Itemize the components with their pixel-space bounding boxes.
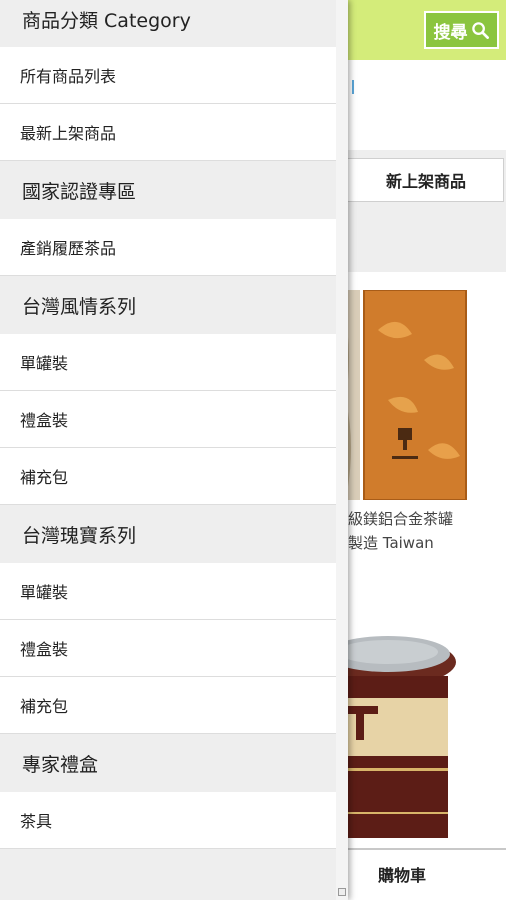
search-button[interactable]: 搜尋 bbox=[424, 11, 499, 49]
menu-item-new-arrivals[interactable]: 最新上架商品 bbox=[0, 104, 336, 161]
menu-item-label: 補充包 bbox=[20, 468, 69, 487]
menu-item-gift-box[interactable]: 禮盒裝 bbox=[0, 391, 336, 448]
menu-item-label: 禮盒裝 bbox=[20, 640, 69, 659]
tab-new-items[interactable]: 新上架商品 bbox=[338, 158, 504, 202]
section-header-expert-gift: 專家禮盒 bbox=[0, 734, 336, 792]
section-header-certified: 國家認證專區 bbox=[0, 161, 336, 219]
menu-item-label: 禮盒裝 bbox=[20, 411, 69, 430]
menu-item-single-can[interactable]: 單罐裝 bbox=[0, 334, 336, 391]
search-button-label: 搜尋 bbox=[433, 22, 468, 43]
section-title: 台灣瑰寶系列 bbox=[22, 524, 137, 547]
section-title: 國家認證專區 bbox=[22, 180, 137, 203]
product-image-tea-canister[interactable] bbox=[338, 632, 458, 838]
menu-item-traceable-tea[interactable]: 產銷履歷茶品 bbox=[0, 219, 336, 276]
category-drawer: 商品分類 Category 所有商品列表 最新上架商品 國家認證專區 產銷履歷茶… bbox=[0, 0, 348, 900]
section-header-taiwan-treasure: 台灣瑰寶系列 bbox=[0, 505, 336, 563]
menu-item-gift-box[interactable]: 禮盒裝 bbox=[0, 620, 336, 677]
menu-item-refill-pack[interactable]: 補充包 bbox=[0, 448, 336, 505]
menu-item-refill-pack[interactable]: 補充包 bbox=[0, 677, 336, 734]
drawer-bottom-spacer bbox=[0, 849, 336, 900]
menu-item-tea-ware[interactable]: 茶具 bbox=[0, 792, 336, 849]
section-header-taiwan-style: 台灣風情系列 bbox=[0, 276, 336, 334]
menu-item-label: 最新上架商品 bbox=[20, 124, 117, 143]
section-title: 商品分類 Category bbox=[22, 10, 191, 32]
bottom-bar: 購物車 bbox=[338, 848, 506, 900]
section-title: 台灣風情系列 bbox=[22, 295, 137, 318]
drawer-scrollbar[interactable] bbox=[336, 0, 348, 900]
drawer-menu: 商品分類 Category 所有商品列表 最新上架商品 國家認證專區 產銷履歷茶… bbox=[0, 0, 336, 900]
menu-item-label: 單罐裝 bbox=[20, 583, 69, 602]
product-caption-line1: 級鎂鋁合金茶罐 bbox=[348, 510, 454, 528]
menu-item-label: 茶具 bbox=[20, 812, 53, 831]
menu-item-label: 補充包 bbox=[20, 697, 69, 716]
search-icon bbox=[471, 21, 489, 39]
menu-item-single-can[interactable]: 單罐裝 bbox=[0, 563, 336, 620]
menu-item-label: 單罐裝 bbox=[20, 354, 69, 373]
section-header-category: 商品分類 Category bbox=[0, 0, 336, 47]
section-title: 專家禮盒 bbox=[22, 753, 99, 776]
cart-button[interactable]: 購物車 bbox=[378, 862, 426, 886]
menu-item-label: 所有商品列表 bbox=[20, 67, 117, 86]
scroll-down-arrow-icon[interactable] bbox=[338, 888, 346, 896]
tab-new-items-label: 新上架商品 bbox=[385, 172, 466, 191]
product-image-tea-box[interactable] bbox=[338, 290, 468, 500]
menu-item-all-products[interactable]: 所有商品列表 bbox=[0, 47, 336, 104]
product-caption-line2: 製造 Taiwan bbox=[348, 534, 434, 552]
menu-item-label: 產銷履歷茶品 bbox=[20, 239, 117, 258]
